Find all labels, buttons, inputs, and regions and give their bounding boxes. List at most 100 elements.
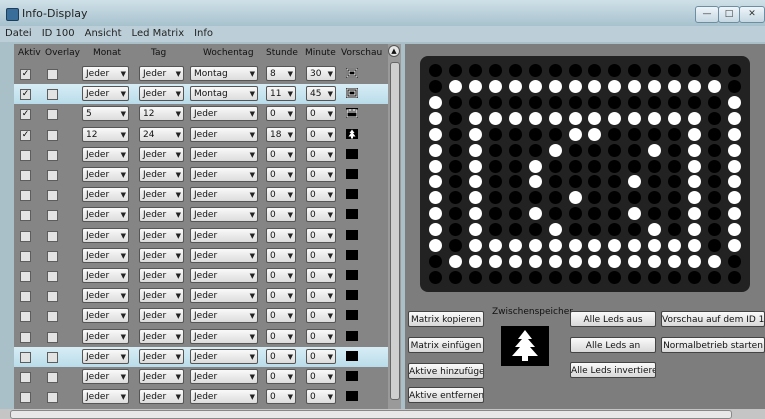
led-dot[interactable] xyxy=(528,271,542,284)
led-dot[interactable] xyxy=(708,111,722,125)
led-dot[interactable] xyxy=(688,255,702,269)
aktiv-checkbox[interactable] xyxy=(20,351,31,363)
led-dot[interactable] xyxy=(468,207,482,221)
aktiv-checkbox[interactable] xyxy=(20,190,31,202)
led-dot[interactable] xyxy=(528,111,542,125)
monat-dropdown[interactable]: Jeder ▼ xyxy=(82,389,129,405)
stunde-dropdown[interactable]: 0 ▼ xyxy=(266,328,296,344)
led-dot[interactable] xyxy=(568,271,582,284)
table-row[interactable]: Jeder ▼ Jeder ▼ Jeder ▼ 0 ▼ 0 ▼ xyxy=(14,226,388,246)
monat-dropdown[interactable]: Jeder ▼ xyxy=(82,268,129,283)
overlay-checkbox[interactable] xyxy=(47,129,58,141)
led-dot[interactable] xyxy=(708,223,722,237)
led-dot[interactable] xyxy=(648,111,662,125)
led-dot[interactable] xyxy=(429,159,442,173)
led-dot[interactable] xyxy=(548,207,562,221)
led-dot[interactable] xyxy=(668,239,682,253)
overlay-checkbox[interactable] xyxy=(47,372,58,383)
led-dot[interactable] xyxy=(688,271,702,284)
aktive-hinzufuegen-button[interactable]: Aktive hinzufügen xyxy=(408,363,484,379)
monat-dropdown[interactable]: Jeder ▼ xyxy=(82,308,129,324)
led-dot[interactable] xyxy=(448,191,462,205)
tag-dropdown[interactable]: Jeder ▼ xyxy=(139,308,184,324)
minute-dropdown[interactable]: 0 ▼ xyxy=(306,146,336,162)
led-dot[interactable] xyxy=(668,271,682,284)
led-dot[interactable] xyxy=(688,239,702,253)
stunde-dropdown[interactable]: 0 ▼ xyxy=(266,389,296,405)
led-dot[interactable] xyxy=(708,79,722,93)
led-dot[interactable] xyxy=(488,159,502,173)
minute-dropdown[interactable]: 0 ▼ xyxy=(306,126,336,142)
wochentag-dropdown[interactable]: Jeder ▼ xyxy=(190,146,258,162)
wochentag-dropdown[interactable]: Jeder ▼ xyxy=(190,207,258,223)
monat-dropdown[interactable]: Jeder ▼ xyxy=(82,66,129,81)
stunde-dropdown[interactable]: 0 ▼ xyxy=(266,106,296,122)
led-dot[interactable] xyxy=(568,95,582,109)
led-dot[interactable] xyxy=(488,143,502,157)
led-dot[interactable] xyxy=(648,223,662,237)
wochentag-dropdown[interactable]: Jeder ▼ xyxy=(190,348,258,364)
led-dot[interactable] xyxy=(608,191,622,205)
led-dot[interactable] xyxy=(448,207,462,221)
tag-dropdown[interactable]: Jeder ▼ xyxy=(139,328,184,344)
led-dot[interactable] xyxy=(708,271,722,284)
overlay-checkbox[interactable] xyxy=(47,311,58,323)
led-dot[interactable] xyxy=(468,223,482,237)
led-dot[interactable] xyxy=(488,111,502,125)
minute-dropdown[interactable]: 0 ▼ xyxy=(306,187,336,203)
led-dot[interactable] xyxy=(608,159,622,173)
led-dot[interactable] xyxy=(628,207,642,221)
minute-dropdown[interactable]: 0 ▼ xyxy=(306,288,336,304)
led-dot[interactable] xyxy=(648,239,662,253)
led-dot[interactable] xyxy=(588,255,602,269)
tag-dropdown[interactable]: Jeder ▼ xyxy=(139,288,184,304)
stunde-dropdown[interactable]: 0 ▼ xyxy=(266,369,296,384)
stunde-dropdown[interactable]: 8 ▼ xyxy=(266,66,296,81)
led-dot[interactable] xyxy=(468,175,482,189)
led-dot[interactable] xyxy=(468,159,482,173)
minute-dropdown[interactable]: 0 ▼ xyxy=(306,167,336,182)
stunde-dropdown[interactable]: 0 ▼ xyxy=(266,288,296,304)
overlay-checkbox[interactable] xyxy=(47,230,58,242)
led-dot[interactable] xyxy=(448,79,462,93)
led-dot[interactable] xyxy=(608,111,622,125)
led-dot[interactable] xyxy=(608,143,622,157)
led-dot[interactable] xyxy=(508,175,522,189)
monat-dropdown[interactable]: Jeder ▼ xyxy=(82,187,129,203)
led-dot[interactable] xyxy=(628,95,642,109)
overlay-checkbox[interactable] xyxy=(47,291,58,303)
monat-dropdown[interactable]: 5 ▼ xyxy=(82,106,129,122)
led-dot[interactable] xyxy=(648,271,662,284)
led-dot[interactable] xyxy=(708,207,722,221)
led-dot[interactable] xyxy=(568,79,582,93)
led-dot[interactable] xyxy=(568,127,582,141)
led-dot[interactable] xyxy=(628,127,642,141)
led-dot[interactable] xyxy=(728,207,741,221)
table-row[interactable]: Jeder ▼ Jeder ▼ Jeder ▼ 0 ▼ 0 ▼ xyxy=(14,367,388,387)
monat-dropdown[interactable]: Jeder ▼ xyxy=(82,227,129,243)
led-dot[interactable] xyxy=(508,239,522,253)
led-dot[interactable] xyxy=(528,127,542,141)
led-dot[interactable] xyxy=(648,255,662,269)
led-dot[interactable] xyxy=(568,175,582,189)
overlay-checkbox[interactable] xyxy=(47,392,58,404)
led-dot[interactable] xyxy=(668,255,682,269)
tag-dropdown[interactable]: Jeder ▼ xyxy=(139,268,184,283)
led-dot[interactable] xyxy=(548,175,562,189)
led-matrix[interactable] xyxy=(420,56,750,292)
overlay-checkbox[interactable] xyxy=(47,210,58,222)
stunde-dropdown[interactable]: 0 ▼ xyxy=(266,227,296,243)
led-dot[interactable] xyxy=(468,255,482,269)
minute-dropdown[interactable]: 0 ▼ xyxy=(306,369,336,384)
led-dot[interactable] xyxy=(688,127,702,141)
led-dot[interactable] xyxy=(548,111,562,125)
led-dot[interactable] xyxy=(568,111,582,125)
led-dot[interactable] xyxy=(588,191,602,205)
led-dot[interactable] xyxy=(548,79,562,93)
led-dot[interactable] xyxy=(588,271,602,284)
led-dot[interactable] xyxy=(668,127,682,141)
led-dot[interactable] xyxy=(508,159,522,173)
led-dot[interactable] xyxy=(429,191,442,205)
stunde-dropdown[interactable]: 0 ▼ xyxy=(266,187,296,203)
led-dot[interactable] xyxy=(448,143,462,157)
